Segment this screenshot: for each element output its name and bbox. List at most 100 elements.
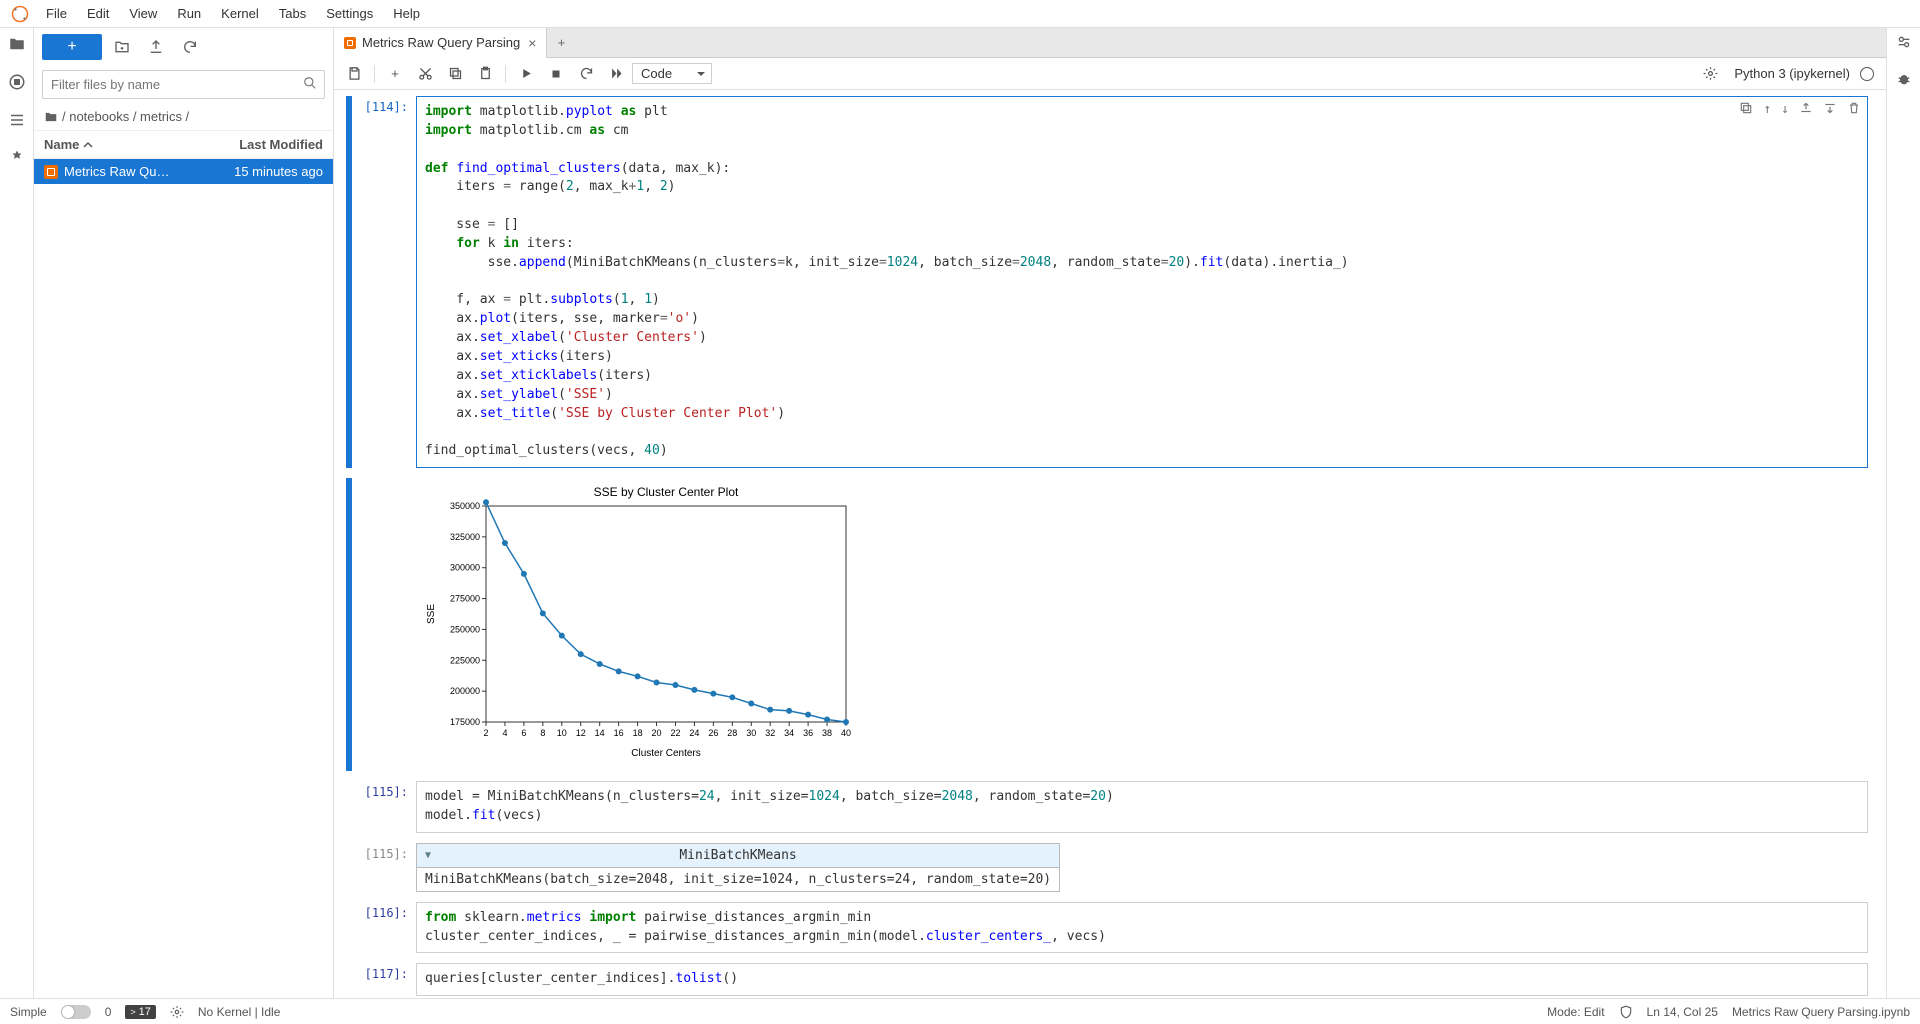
terminals-badge[interactable]: 17	[125, 1005, 156, 1019]
svg-text:30: 30	[746, 728, 756, 738]
chevron-down-icon[interactable]: ▼	[425, 850, 431, 861]
filter-input[interactable]	[42, 70, 325, 99]
trust-icon[interactable]	[1619, 1005, 1633, 1019]
svg-text:2: 2	[483, 728, 488, 738]
cell-prompt: [116]:	[352, 902, 416, 954]
file-item[interactable]: Metrics Raw Qu…15 minutes ago	[34, 159, 333, 184]
tab-bar: Metrics Raw Query Parsing × +	[334, 28, 1886, 58]
cursor-position: Ln 14, Col 25	[1647, 1005, 1718, 1019]
code-cell[interactable]: [115]: model = MiniBatchKMeans(n_cluster…	[346, 781, 1868, 833]
copy-button[interactable]	[441, 61, 469, 87]
file-browser: + / notebooks / metrics / Name Last Modi…	[34, 28, 334, 998]
kernel-status-icon[interactable]	[1860, 67, 1874, 81]
svg-text:36: 36	[803, 728, 813, 738]
output-cell: [115]: ▼MiniBatchKMeans MiniBatchKMeans(…	[346, 843, 1868, 892]
code-input[interactable]: model = MiniBatchKMeans(n_clusters=24, i…	[416, 781, 1868, 833]
svg-text:4: 4	[502, 728, 507, 738]
right-sidebar	[1886, 28, 1920, 998]
mode-indicator: Mode: Edit	[1547, 1005, 1604, 1019]
cell-prompt: [114]:	[352, 96, 416, 468]
repr-output[interactable]: ▼MiniBatchKMeans MiniBatchKMeans(batch_s…	[416, 843, 1060, 892]
cell-prompt: [117]:	[352, 963, 416, 996]
save-button[interactable]	[340, 61, 368, 87]
folder-icon[interactable]	[7, 34, 27, 54]
jupyter-logo	[10, 4, 30, 24]
toc-icon[interactable]	[7, 110, 27, 130]
svg-text:16: 16	[614, 728, 624, 738]
svg-text:275000: 275000	[450, 594, 480, 604]
svg-text:225000: 225000	[450, 655, 480, 665]
extensions-icon[interactable]	[7, 148, 27, 168]
new-folder-button[interactable]	[108, 34, 136, 60]
code-cell[interactable]: [114]: import matplotlib.pyplot as plt i…	[346, 96, 1868, 468]
svg-text:22: 22	[670, 728, 680, 738]
delete-icon[interactable]	[1847, 101, 1861, 122]
cut-button[interactable]	[411, 61, 439, 87]
move-up-icon[interactable]: ↑	[1763, 101, 1771, 122]
running-icon[interactable]	[7, 72, 27, 92]
close-icon[interactable]: ×	[528, 35, 536, 51]
code-cell[interactable]: [116]: from sklearn.metrics import pairw…	[346, 902, 1868, 954]
svg-text:18: 18	[633, 728, 643, 738]
svg-text:175000: 175000	[450, 717, 480, 727]
menu-file[interactable]: File	[36, 2, 77, 25]
menu-kernel[interactable]: Kernel	[211, 2, 269, 25]
property-inspector-icon[interactable]	[1896, 34, 1912, 53]
celltype-select[interactable]: Code	[632, 63, 712, 84]
menu-tabs[interactable]: Tabs	[269, 2, 316, 25]
notebook-icon	[344, 37, 356, 49]
svg-text:28: 28	[727, 728, 737, 738]
code-input[interactable]: import matplotlib.pyplot as plt import m…	[416, 96, 1868, 468]
svg-text:26: 26	[708, 728, 718, 738]
svg-text:200000: 200000	[450, 686, 480, 696]
tab-notebook[interactable]: Metrics Raw Query Parsing ×	[334, 28, 547, 58]
cells-container: [114]: import matplotlib.pyplot as plt i…	[334, 90, 1886, 998]
code-input[interactable]: queries[cluster_center_indices].tolist()	[416, 963, 1868, 996]
insert-cell-button[interactable]: +	[381, 61, 409, 87]
status-zero[interactable]: 0	[105, 1005, 112, 1019]
plot-output: SSE by Cluster Center Plot17500020000022…	[416, 478, 1868, 771]
file-list-header[interactable]: Name Last Modified	[34, 131, 333, 159]
insert-above-icon[interactable]	[1799, 101, 1813, 122]
svg-text:14: 14	[595, 728, 605, 738]
menu-edit[interactable]: Edit	[77, 2, 119, 25]
simple-toggle[interactable]	[61, 1005, 91, 1019]
move-down-icon[interactable]: ↓	[1781, 101, 1789, 122]
menu-view[interactable]: View	[119, 2, 167, 25]
menu-settings[interactable]: Settings	[316, 2, 383, 25]
status-bar: Simple 0 17 No Kernel | Idle Mode: Edit …	[0, 998, 1920, 1024]
svg-text:SSE by Cluster Center Plot: SSE by Cluster Center Plot	[594, 485, 739, 499]
svg-text:32: 32	[765, 728, 775, 738]
insert-below-icon[interactable]	[1823, 101, 1837, 122]
paste-button[interactable]	[471, 61, 499, 87]
refresh-button[interactable]	[176, 34, 204, 60]
breadcrumb[interactable]: / notebooks / metrics /	[34, 103, 333, 131]
menu-run[interactable]: Run	[167, 2, 211, 25]
svg-text:Cluster Centers: Cluster Centers	[631, 748, 700, 759]
tab-title: Metrics Raw Query Parsing	[362, 35, 520, 50]
code-input[interactable]: from sklearn.metrics import pairwise_dis…	[416, 902, 1868, 954]
stop-button[interactable]	[542, 61, 570, 87]
add-tab-button[interactable]: +	[547, 35, 575, 50]
svg-text:38: 38	[822, 728, 832, 738]
gear-icon[interactable]	[170, 1005, 184, 1019]
code-cell[interactable]: [117]: queries[cluster_center_indices].t…	[346, 963, 1868, 996]
kernel-status[interactable]: No Kernel | Idle	[198, 1005, 281, 1019]
search-icon	[303, 76, 317, 93]
simple-toggle-label: Simple	[10, 1005, 47, 1019]
restart-button[interactable]	[572, 61, 600, 87]
new-launcher-button[interactable]: +	[42, 34, 102, 60]
svg-text:40: 40	[841, 728, 851, 738]
duplicate-icon[interactable]	[1739, 101, 1753, 122]
kernel-name[interactable]: Python 3 (ipykernel)	[1726, 66, 1858, 81]
notebook-area: Metrics Raw Query Parsing × + + Code	[334, 28, 1886, 998]
svg-text:325000: 325000	[450, 532, 480, 542]
upload-button[interactable]	[142, 34, 170, 60]
restart-run-all-button[interactable]	[602, 61, 630, 87]
gear-icon[interactable]	[1696, 61, 1724, 87]
run-button[interactable]	[512, 61, 540, 87]
current-file[interactable]: Metrics Raw Query Parsing.ipynb	[1732, 1005, 1910, 1019]
svg-text:20: 20	[652, 728, 662, 738]
debugger-icon[interactable]	[1896, 71, 1912, 90]
menu-help[interactable]: Help	[383, 2, 430, 25]
